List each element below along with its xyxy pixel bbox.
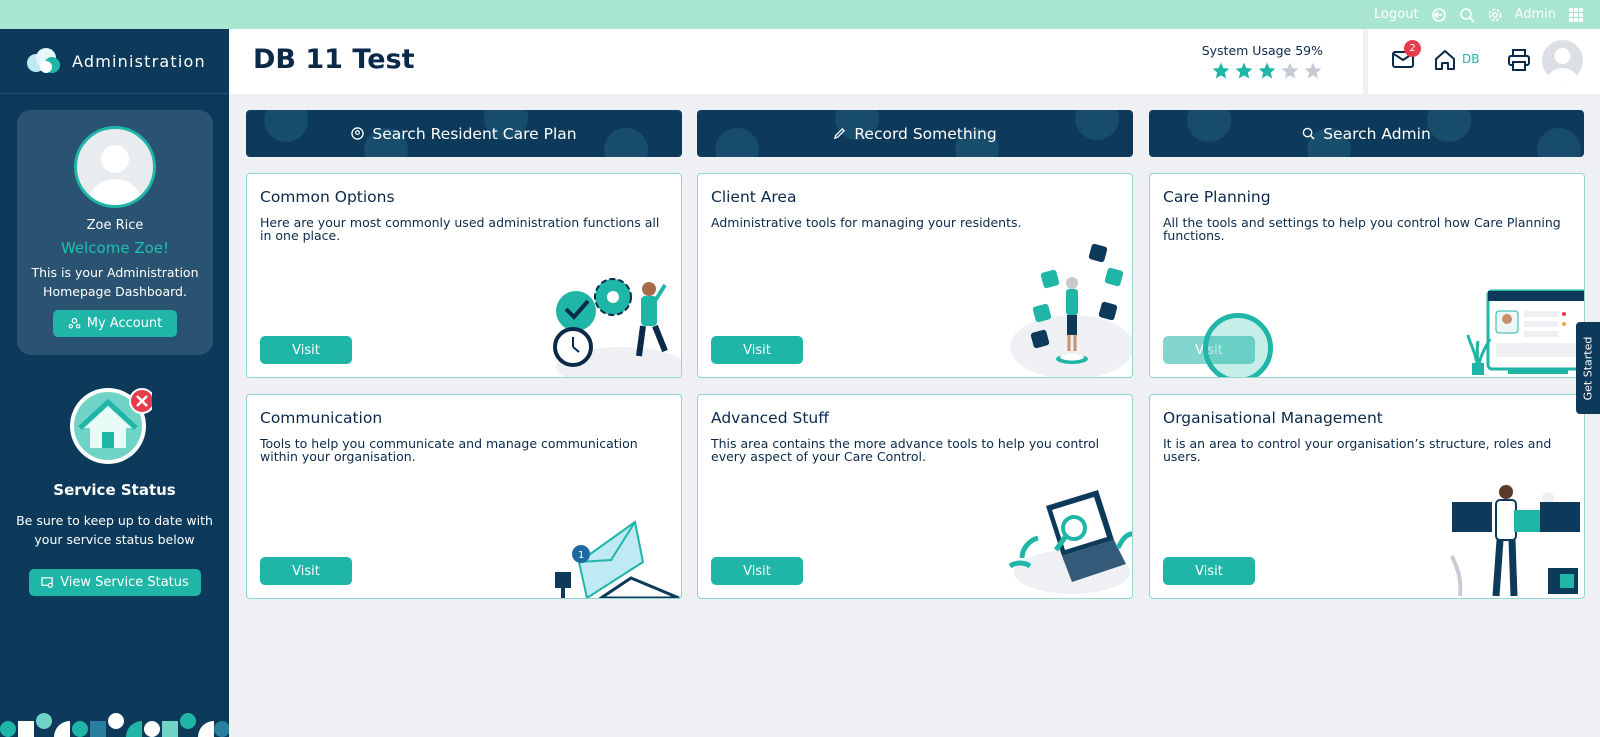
get-started-label: Get Started	[1581, 336, 1595, 400]
apps-grid-icon[interactable]	[1568, 7, 1584, 23]
search-resident-care-plan-button[interactable]: Search Resident Care Plan	[246, 110, 682, 157]
card-title: Communication	[260, 409, 383, 427]
view-service-status-button[interactable]: View Service Status	[29, 569, 201, 596]
star-filled-icon	[1258, 62, 1276, 79]
card-description: Tools to help you communicate and manage…	[260, 436, 638, 464]
visit-button[interactable]: Visit	[1163, 557, 1255, 585]
brand[interactable]: Administration	[0, 29, 229, 94]
star-empty-icon	[1304, 62, 1322, 79]
user-avatar[interactable]	[1542, 40, 1583, 81]
my-account-button[interactable]: My Account	[53, 310, 177, 337]
card-organisational-management: Organisational Management It is an area …	[1149, 394, 1585, 599]
mail-badge: 2	[1404, 40, 1421, 57]
card-description: All the tools and settings to help you c…	[1163, 215, 1561, 243]
envelope-illustration: 1	[555, 520, 680, 598]
card-care-planning: Care Planning All the tools and settings…	[1149, 173, 1585, 378]
house-status-icon	[70, 388, 152, 464]
page-title: DB 11 Test	[253, 44, 415, 75]
visit-button[interactable]: Visit	[260, 336, 352, 364]
pencil-icon	[834, 127, 846, 140]
home-db-label[interactable]: DB	[1462, 52, 1479, 66]
my-account-label: My Account	[86, 316, 163, 331]
logout-link[interactable]: Logout	[1374, 7, 1419, 22]
brand-title: Administration	[72, 51, 206, 71]
profile-name: Zoe Rice	[86, 218, 144, 233]
profile-card: Zoe Rice Welcome Zoe! This is your Admin…	[17, 110, 213, 355]
cloud-logo-icon	[27, 48, 60, 73]
card-title: Organisational Management	[1163, 409, 1383, 427]
view-service-status-label: View Service Status	[60, 575, 189, 590]
svg-text:1: 1	[578, 550, 584, 561]
action-label: Record Something	[854, 124, 997, 143]
card-title: Care Planning	[1163, 188, 1271, 206]
card-description: This area contains the more advance tool…	[711, 436, 1100, 464]
avatar	[74, 126, 156, 208]
search-icon	[1302, 127, 1315, 140]
card-description: Administrative tools for managing your r…	[711, 215, 1022, 230]
star-empty-icon	[1281, 62, 1299, 79]
card-title: Common Options	[260, 188, 395, 206]
sidebar: Administration Zoe Rice Welcome Zoe! Thi…	[0, 29, 229, 737]
search-icon[interactable]	[1459, 7, 1475, 23]
card-description: Here are your most commonly used adminis…	[260, 215, 660, 243]
star-filled-icon	[1212, 62, 1230, 79]
printer-icon[interactable]	[1507, 48, 1531, 72]
card-title: Advanced Stuff	[711, 409, 829, 427]
header: DB 11 Test System Usage 59% 2 DB	[229, 29, 1600, 94]
logout-icon[interactable]	[1431, 7, 1447, 23]
people-icon	[68, 317, 81, 329]
care-plan-summary-illustration	[1466, 289, 1584, 376]
visit-button[interactable]: Visit	[711, 557, 803, 585]
star-filled-icon	[1235, 62, 1253, 79]
service-status-title: Service Status	[53, 481, 176, 499]
record-something-button[interactable]: Record Something	[697, 110, 1133, 157]
card-description: It is an area to control your organisati…	[1163, 436, 1552, 464]
gears-illustration	[553, 278, 681, 377]
profile-description: This is your Administration Homepage Das…	[31, 265, 199, 299]
card-communication: Communication Tools to help you communic…	[246, 394, 682, 599]
decorative-pattern	[0, 705, 229, 737]
card-advanced-stuff: Advanced Stuff This area contains the mo…	[697, 394, 1133, 599]
person-circle-icon	[351, 127, 365, 140]
get-started-tab[interactable]: Get Started	[1576, 322, 1600, 414]
header-divider	[1363, 29, 1368, 94]
visit-button[interactable]: Visit	[711, 336, 803, 364]
usage-stars	[1201, 61, 1323, 81]
card-common-options: Common Options Here are your most common…	[246, 173, 682, 378]
service-status-description: Be sure to keep up to date with your ser…	[16, 513, 213, 547]
admin-user-label[interactable]: Admin	[1515, 7, 1556, 22]
gear-icon[interactable]	[1487, 7, 1503, 23]
click-highlight	[1203, 313, 1273, 377]
system-usage-label: System Usage 59%	[1201, 43, 1323, 58]
card-client-area: Client Area Administrative tools for man…	[697, 173, 1133, 378]
action-label: Search Admin	[1323, 124, 1431, 143]
welcome-message: Welcome Zoe!	[60, 239, 170, 257]
monitor-search-icon	[41, 577, 54, 588]
puzzle-organisation-illustration	[1450, 484, 1580, 597]
top-bar: Logout Admin	[0, 0, 1600, 29]
visit-button[interactable]: Visit	[260, 557, 352, 585]
client-tools-illustration	[1010, 243, 1132, 377]
home-icon[interactable]	[1433, 48, 1457, 72]
laptop-illustration	[1008, 490, 1132, 594]
card-title: Client Area	[711, 188, 797, 206]
search-admin-button[interactable]: Search Admin	[1149, 110, 1584, 157]
action-label: Search Resident Care Plan	[372, 124, 577, 143]
system-usage: System Usage 59%	[1201, 43, 1323, 81]
